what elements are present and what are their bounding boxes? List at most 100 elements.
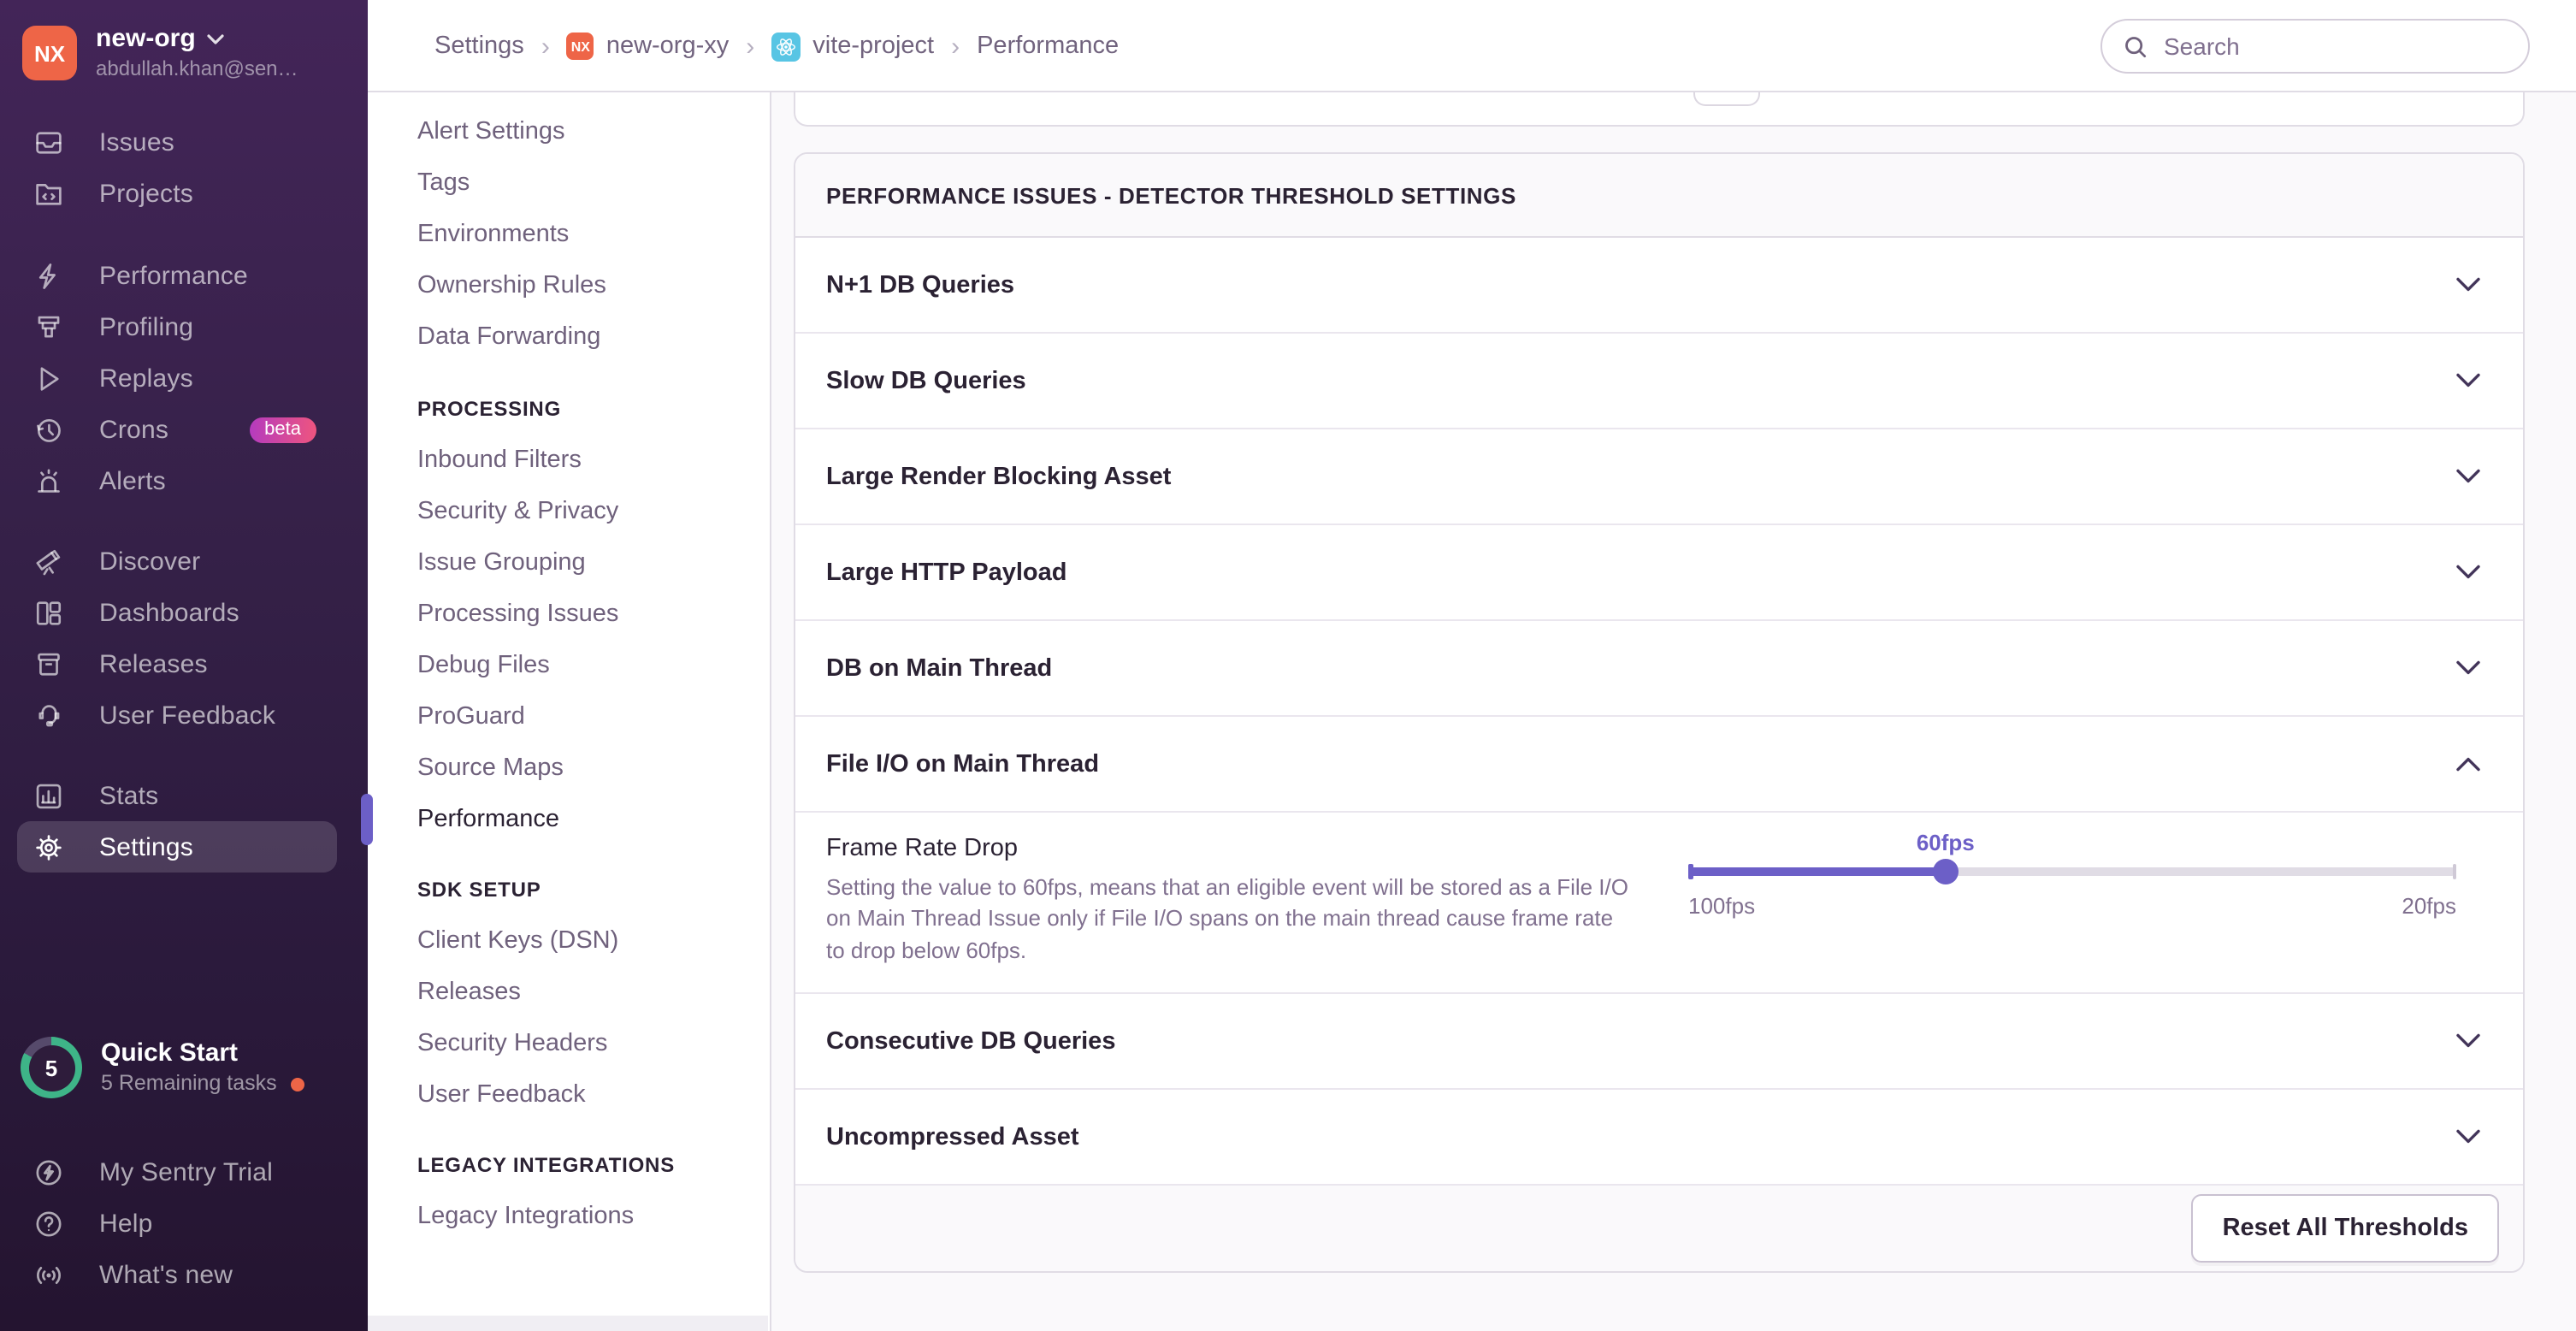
sidebar-item-user-feedback[interactable]: User Feedback [0, 689, 368, 741]
sidebar-item-label: Discover [99, 547, 200, 576]
slider-min-tick [1688, 864, 1693, 879]
search-input[interactable] [2160, 31, 2508, 62]
settings-nav-legacy-integrations[interactable]: Legacy Integrations [368, 1191, 770, 1242]
detector-row-large-render-blocking[interactable]: Large Render Blocking Asset [795, 429, 2523, 525]
chevron-down-icon [2456, 469, 2480, 484]
sidebar-item-alerts[interactable]: Alerts [0, 455, 368, 506]
settings-nav-processing-issues[interactable]: Processing Issues [368, 589, 770, 640]
reset-all-thresholds-button[interactable]: Reset All Thresholds [2192, 1194, 2499, 1263]
breadcrumb: Settings › NX new-org-xy › vite-project … [434, 0, 1119, 92]
settings-nav-user-feedback[interactable]: User Feedback [368, 1069, 770, 1121]
sidebar-item-label: Alerts [99, 466, 166, 495]
settings-nav-issue-grouping[interactable]: Issue Grouping [368, 537, 770, 589]
sidebar-item-profiling[interactable]: Profiling [0, 301, 368, 352]
settings-nav-client-keys[interactable]: Client Keys (DSN) [368, 915, 770, 967]
setting-description: Setting the value to 60fps, means that a… [826, 873, 1630, 967]
detector-row-consecutive-db[interactable]: Consecutive DB Queries [795, 994, 2523, 1090]
detector-row-n-plus-one-db[interactable]: N+1 DB Queries [795, 238, 2523, 334]
breadcrumb-separator: › [951, 32, 960, 61]
sidebar-item-label: Crons [99, 415, 168, 444]
detector-row-large-http-payload[interactable]: Large HTTP Payload [795, 525, 2523, 621]
sidebar-item-crons[interactable]: Crons beta [0, 404, 368, 455]
settings-nav-section-legacy: LEGACY INTEGRATIONS [368, 1139, 770, 1191]
settings-nav-performance[interactable]: Performance [368, 794, 770, 845]
detector-row-db-main-thread[interactable]: DB on Main Thread [795, 621, 2523, 717]
org-switcher[interactable]: NX new-org abdullah.khan@sen… [22, 24, 298, 82]
sidebar-item-settings[interactable]: Settings [17, 821, 337, 873]
breadcrumb-org-label: new-org-xy [606, 33, 729, 60]
sidebar-item-help[interactable]: Help [0, 1198, 368, 1249]
search-box[interactable] [2100, 19, 2530, 74]
quick-start-count: 5 [28, 1044, 74, 1091]
breadcrumb-project[interactable]: vite-project [771, 32, 934, 61]
org-avatar: NX [22, 26, 77, 80]
slider-fill [1688, 867, 1946, 876]
settings-nav-source-maps[interactable]: Source Maps [368, 742, 770, 794]
card-footer: Reset All Thresholds [795, 1186, 2523, 1271]
settings-nav-section-sdk-setup: SDK SETUP [368, 864, 770, 915]
frame-rate-drop-panel: Frame Rate Drop Setting the value to 60f… [795, 813, 2523, 994]
settings-nav-inbound-filters[interactable]: Inbound Filters [368, 435, 770, 486]
breadcrumb-separator: › [746, 32, 754, 61]
replays-icon [32, 363, 63, 393]
sidebar-item-whats-new[interactable]: What's new [0, 1249, 368, 1300]
detector-row-slow-db[interactable]: Slow DB Queries [795, 334, 2523, 429]
whats-new-icon [32, 1259, 63, 1290]
org-name: new-org [96, 24, 196, 54]
detector-row-file-io-main-thread[interactable]: File I/O on Main Thread [795, 717, 2523, 813]
sidebar-item-performance[interactable]: Performance [0, 250, 368, 301]
chevron-up-icon [2456, 756, 2480, 772]
breadcrumb-separator: › [541, 32, 550, 61]
nx-org-icon: NX [567, 33, 594, 60]
sidebar-item-replays[interactable]: Replays [0, 352, 368, 404]
detector-row-uncompressed-asset[interactable]: Uncompressed Asset [795, 1090, 2523, 1186]
quick-start-subtitle: 5 Remaining tasks [101, 1072, 277, 1097]
sidebar-item-label: Settings [99, 832, 193, 861]
sidebar-item-issues[interactable]: Issues [0, 116, 368, 168]
sidebar-item-label: Help [99, 1209, 153, 1238]
sidebar-item-releases[interactable]: Releases [0, 638, 368, 689]
settings-nav-environments[interactable]: Environments [368, 209, 770, 260]
sidebar-item-projects[interactable]: Projects [0, 168, 368, 219]
settings-nav-data-forwarding[interactable]: Data Forwarding [368, 311, 770, 363]
settings-nav-releases[interactable]: Releases [368, 967, 770, 1018]
sidebar-item-label: My Sentry Trial [99, 1157, 273, 1186]
slider-max-tick [2452, 864, 2456, 879]
chevron-down-icon [2456, 373, 2480, 388]
settings-nav-security-headers[interactable]: Security Headers [368, 1018, 770, 1069]
sidebar-item-label: What's new [99, 1260, 233, 1289]
help-icon [32, 1208, 63, 1239]
sidebar-item-stats[interactable]: Stats [0, 770, 368, 821]
settings-nav-ownership-rules[interactable]: Ownership Rules [368, 260, 770, 311]
sidebar-item-label: Stats [99, 781, 158, 810]
sentry-settings-page: NX new-org abdullah.khan@sen… Issues Pro… [0, 0, 2576, 1331]
settings-nav-alert-settings[interactable]: Alert Settings [368, 106, 770, 157]
nav-scrollbar-track[interactable] [368, 1316, 768, 1331]
detector-threshold-card: PERFORMANCE ISSUES - DETECTOR THRESHOLD … [794, 152, 2525, 1273]
frame-rate-slider[interactable]: 60fps 100fps 20fps [1688, 813, 2456, 992]
settings-nav-proguard[interactable]: ProGuard [368, 691, 770, 742]
settings-nav-tags[interactable]: Tags [368, 157, 770, 209]
profiling-icon [32, 311, 63, 342]
breadcrumb-settings[interactable]: Settings [434, 33, 524, 60]
settings-nav-security-privacy[interactable]: Security & Privacy [368, 486, 770, 537]
sidebar-item-dashboards[interactable]: Dashboards [0, 587, 368, 638]
sidebar-item-discover[interactable]: Discover [0, 535, 368, 587]
breadcrumb-organization[interactable]: NX new-org-xy [567, 33, 729, 60]
sidebar-item-label: Replays [99, 364, 193, 393]
search-icon [2123, 33, 2148, 59]
slider-value-label: 60fps [1917, 830, 1975, 855]
crons-icon [32, 414, 63, 445]
settings-nav-label: Performance [417, 806, 559, 833]
sidebar-item-my-sentry-trial[interactable]: My Sentry Trial [0, 1146, 368, 1198]
releases-icon [32, 648, 63, 679]
performance-icon [32, 260, 63, 291]
sidebar-item-label: Issues [99, 127, 174, 157]
chevron-down-icon [2456, 277, 2480, 293]
quick-start-widget[interactable]: 5 Quick Start 5 Remaining tasks [21, 1037, 304, 1098]
settings-nav-section-processing: PROCESSING [368, 383, 770, 435]
settings-nav-debug-files[interactable]: Debug Files [368, 640, 770, 691]
slider-handle[interactable] [1933, 859, 1959, 884]
sidebar-nav: Issues Projects Performance Profiling Re… [0, 116, 368, 873]
card-title: PERFORMANCE ISSUES - DETECTOR THRESHOLD … [826, 182, 1516, 208]
